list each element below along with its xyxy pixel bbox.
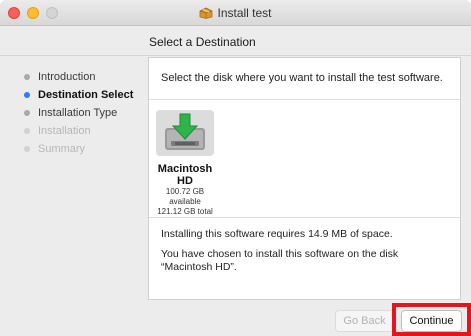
destination-panel: Select the disk where you want to instal… bbox=[148, 57, 461, 300]
step-destination-select: Destination Select bbox=[24, 86, 133, 104]
go-back-button[interactable]: Go Back bbox=[335, 310, 394, 332]
panel-header: Select the disk where you want to instal… bbox=[149, 58, 460, 100]
disk-name: Macintosh HD bbox=[157, 163, 213, 187]
step-introduction: Introduction bbox=[24, 68, 133, 86]
page-title: Select a Destination bbox=[149, 35, 256, 49]
step-dot bbox=[24, 128, 30, 134]
title-bar[interactable]: Install test bbox=[0, 0, 471, 26]
window-title: Install test bbox=[217, 6, 272, 20]
step-label: Installation Type bbox=[38, 107, 118, 119]
step-label: Installation bbox=[38, 125, 91, 137]
step-summary: Summary bbox=[24, 140, 133, 158]
step-installation-type: Installation Type bbox=[24, 104, 133, 122]
step-label: Introduction bbox=[38, 71, 96, 83]
hard-drive-install-icon bbox=[156, 110, 214, 156]
space-requirement: Installing this software requires 14.9 M… bbox=[161, 228, 393, 240]
step-installation: Installation bbox=[24, 122, 133, 140]
step-dot bbox=[24, 110, 30, 116]
destination-prompt: Select the disk where you want to instal… bbox=[161, 72, 443, 84]
step-dot bbox=[24, 146, 30, 152]
disk-available: 100.72 GB available bbox=[165, 187, 205, 206]
subtitle-bar: Select a Destination bbox=[0, 26, 471, 56]
installer-window: Install test Select a Destination Introd… bbox=[0, 0, 471, 336]
install-info: Installing this software requires 14.9 M… bbox=[149, 217, 460, 274]
step-dot bbox=[24, 92, 30, 98]
disk-total: 121.12 GB total bbox=[157, 207, 213, 216]
package-icon bbox=[199, 7, 213, 22]
disk-option-macintosh-hd[interactable]: Macintosh HD 100.72 GB available 121.12 … bbox=[149, 110, 221, 217]
step-dot bbox=[24, 74, 30, 80]
installer-steps: Introduction Destination Select Installa… bbox=[24, 68, 133, 158]
chosen-disk-message: You have chosen to install this software… bbox=[161, 248, 399, 273]
step-label: Summary bbox=[38, 143, 86, 155]
continue-button[interactable]: Continue bbox=[401, 310, 462, 332]
window-title-group: Install test bbox=[0, 6, 471, 22]
step-label: Destination Select bbox=[38, 89, 134, 101]
